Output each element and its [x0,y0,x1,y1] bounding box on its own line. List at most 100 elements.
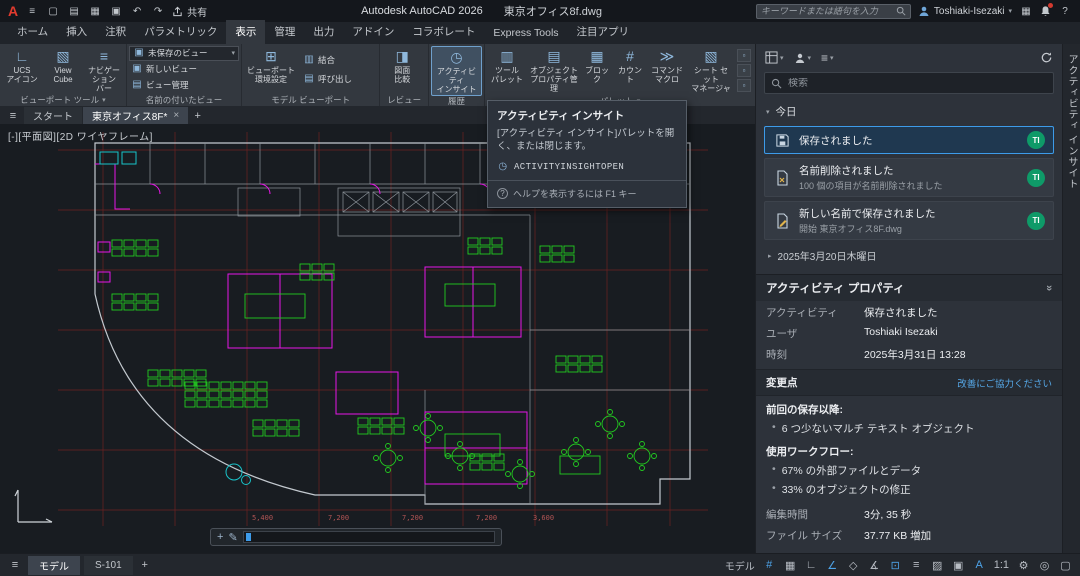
model-tab[interactable]: モデル [28,556,80,575]
date-group-header[interactable]: ▸ 2025年3月20日木曜日 [756,242,1062,269]
activity-item-saved-as[interactable]: 新しい名前で保存されました 開始 東京オフィス8F.dwg TI [764,201,1054,240]
activity-insights-button[interactable]: ◷ アクティビティ インサイト [431,46,482,96]
drawing-compare-button[interactable]: ◨ 図面 比較 [382,46,422,93]
sheet-set-manager-button[interactable]: ▧ シート セット マネージャ [688,46,734,95]
mini-palette-button[interactable]: ▫ [737,49,751,62]
save-icon[interactable]: ▦ [88,6,102,17]
grid-icon[interactable]: # [763,559,776,571]
customize-icon[interactable]: + [217,531,223,543]
new-file-icon[interactable]: ▢ [46,6,60,17]
command-macros-button[interactable]: ≫ コマンド マクロ [647,46,687,95]
tab-output[interactable]: 出力 [304,20,343,44]
panel-label-review[interactable]: レビュー [380,93,428,106]
global-search-input[interactable] [761,6,892,16]
tab-insert[interactable]: 挿入 [57,20,96,44]
activity-item-purged[interactable]: 名前削除されました 100 個の項目が名前削除されました TI [764,158,1054,197]
open-file-icon[interactable]: ▤ [67,6,81,17]
command-line[interactable]: + ✎ [210,528,502,546]
count-palette-button[interactable]: # カウント [614,46,646,95]
menu-icon[interactable]: ≡ [25,6,39,17]
refresh-button[interactable] [1040,51,1053,64]
selection-cycling-icon[interactable]: ▣ [952,559,965,572]
file-tab-label: スタート [33,108,73,123]
viewport-configuration-button[interactable]: ⊞ ビューポート 環境設定 [244,46,298,93]
new-layout-button[interactable]: + [137,559,153,571]
user-filter-button[interactable]: ▾ [794,52,812,64]
clean-screen-icon[interactable]: ▢ [1059,559,1072,572]
notifications-button[interactable] [1040,5,1051,17]
join-viewports-button[interactable]: ▥ 結合 [301,53,375,67]
mini-palette-button[interactable]: ▫ [737,64,751,77]
new-tab-button[interactable]: + [189,107,206,124]
tab-annotate[interactable]: 注釈 [96,20,135,44]
viewport-controls-label[interactable]: [-][平面図][2D ワイヤフレーム] [8,128,153,143]
viewcube-button[interactable]: ▧ View Cube [43,46,83,94]
tab-home[interactable]: ホーム [8,20,57,44]
list-options-button[interactable]: ≡ ▾ [821,51,834,65]
user-account-button[interactable]: Toshiaki-Isezaki ▾ [918,5,1012,17]
help-icon[interactable]: ? [1058,6,1072,17]
button-label: ナビゲーション バー [86,66,122,94]
layout-tab-s101[interactable]: S-101 [84,556,133,575]
file-tab-active-document[interactable]: 東京オフィス8F* × [83,107,188,124]
palette-title-strip[interactable]: アクティビティ インサイト [1062,44,1080,553]
tool-palettes-button[interactable]: ▥ ツール パレット [487,46,527,95]
file-tab-start[interactable]: スタート [24,107,82,124]
panel-label-named-views[interactable]: 名前の付いたビュー [127,93,241,106]
tab-parametric[interactable]: パラメトリック [135,20,226,44]
view-options-button[interactable]: ▾ [765,51,784,64]
undo-icon[interactable]: ↶ [130,6,144,17]
panel-label-model-viewports[interactable]: モデル ビューポート [242,93,379,106]
view-manager-button[interactable]: ▤ ビュー管理 [129,78,239,92]
apps-icon[interactable]: ▦ [1019,6,1033,17]
transparency-icon[interactable]: ▨ [931,559,944,572]
tab-featured-apps[interactable]: 注目アプリ [568,20,639,44]
plot-icon[interactable]: ▣ [109,6,123,17]
file-tab-menu-icon[interactable]: ≡ [3,107,23,124]
panel-label-history[interactable]: 履歴 [429,96,484,106]
feedback-link[interactable]: 改善にご協力ください [957,376,1052,390]
snap-mode-icon[interactable]: ▦ [784,559,797,572]
palette-search-input[interactable] [788,78,1047,89]
mini-palette-button[interactable]: ▫ [737,79,751,92]
properties-palette-button[interactable]: ▤ オブジェクト プロパティ管理 [528,46,580,95]
tab-addins[interactable]: アドイン [343,20,403,44]
tab-view[interactable]: 表示 [226,20,265,44]
workspace-icon[interactable]: ⚙ [1017,559,1030,572]
tab-collaborate[interactable]: コラボレート [403,20,484,44]
close-icon[interactable]: × [173,110,179,121]
tab-manage[interactable]: 管理 [265,20,304,44]
tab-express-tools[interactable]: Express Tools [484,23,567,44]
restore-viewports-button[interactable]: ▤ 呼び出し [301,72,375,86]
pencil-icon[interactable]: ✎ [228,531,237,544]
collapse-chevron-icon[interactable]: » [1043,285,1055,291]
annotation-scale-icon[interactable]: 1:1 [994,559,1009,571]
ucs-icon-button[interactable]: ∟ UCS アイコン [2,46,42,94]
activity-insights-palette: ▾ ▾ ≡ ▾ [755,44,1080,553]
new-view-button[interactable]: ▣ 新しいビュー [129,62,239,76]
view-combo[interactable]: ▣ 未保存のビュー ▾ [129,46,239,61]
polar-tracking-icon[interactable]: ∠ [826,559,839,572]
layout-menu-icon[interactable]: ≡ [6,559,24,571]
isodraft-icon[interactable]: ◇ [847,559,860,572]
space-indicator[interactable]: モデル [725,558,755,573]
object-snap-tracking-icon[interactable]: ∡ [868,559,881,572]
share-button[interactable]: 共有 [172,4,207,19]
lineweight-icon[interactable]: ≡ [910,559,923,571]
object-snap-icon[interactable]: ⊡ [889,559,902,572]
panel-label-viewport-tools[interactable]: ビューポート ツール ▾ [0,94,126,106]
activity-item-saved[interactable]: 保存されました TI [764,126,1054,154]
isolate-objects-icon[interactable]: ◎ [1038,559,1051,572]
activity-properties-header[interactable]: アクティビティ プロパティ » [756,274,1062,301]
annotation-visibility-icon[interactable]: A [973,559,986,571]
command-input[interactable] [243,531,495,543]
global-search[interactable] [756,4,911,19]
palette-search[interactable] [764,72,1054,94]
ribbon-tab-bar: ホーム 挿入 注釈 パラメトリック 表示 管理 出力 アドイン コラボレート E… [0,22,1080,44]
navigation-bar-button[interactable]: ≡ ナビゲーション バー [84,46,124,94]
autocad-logo-icon[interactable]: A [8,0,18,22]
today-section-header[interactable]: ▾ 今日 [756,101,1062,124]
ortho-icon[interactable]: ∟ [805,559,818,571]
blocks-palette-button[interactable]: ▦ ブロック [581,46,613,95]
redo-icon[interactable]: ↷ [151,6,165,17]
